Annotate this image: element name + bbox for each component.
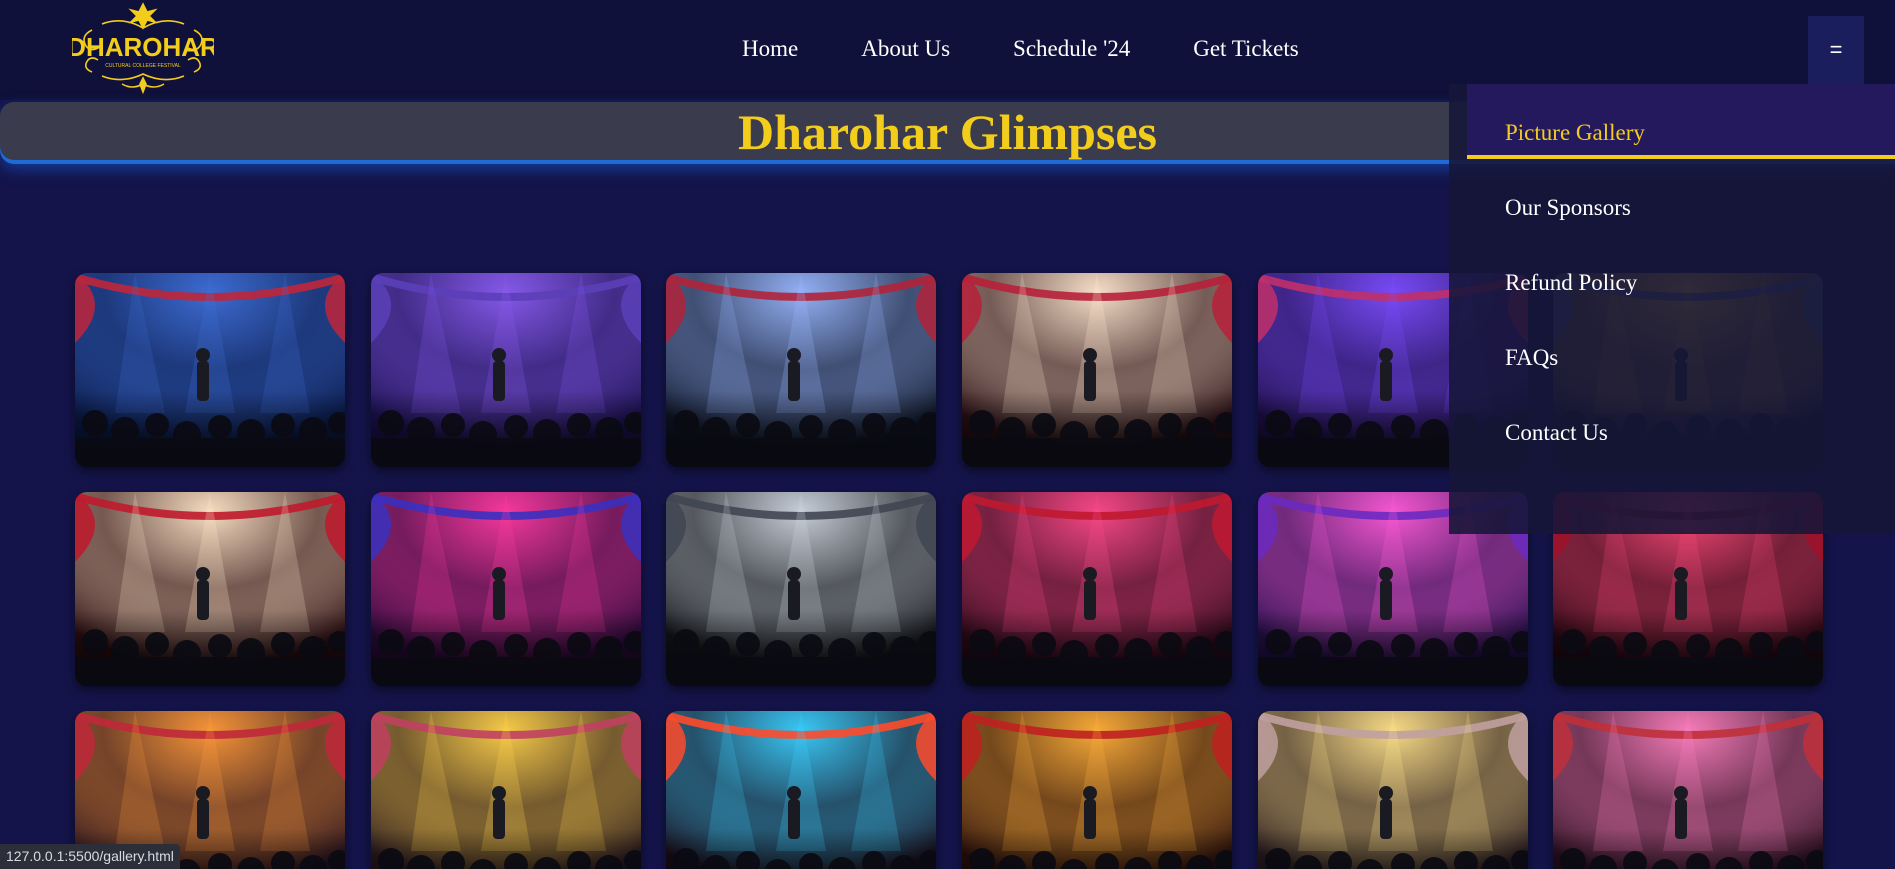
main-nav: Home About Us Schedule '24 Get Tickets: [742, 36, 1362, 62]
gallery-photo-2-3[interactable]: [666, 492, 936, 686]
gallery-photo-3-3[interactable]: [666, 711, 936, 869]
logo-text: DHAROHAR: [72, 32, 214, 62]
logo-emblem: DHAROHAR CULTURAL COLLEGE FESTIVAL: [67, 2, 219, 95]
gallery-photo-3-2[interactable]: [371, 711, 641, 869]
gallery-photo-2-1[interactable]: [75, 492, 345, 686]
logo[interactable]: DHAROHAR CULTURAL COLLEGE FESTIVAL: [67, 0, 219, 98]
gallery-photo-3-4[interactable]: [962, 711, 1232, 869]
gallery-photo-1-2[interactable]: [371, 273, 641, 467]
dropdown-menu: Picture Gallery Our Sponsors Refund Poli…: [1449, 84, 1895, 534]
logo-tagline: CULTURAL COLLEGE FESTIVAL: [105, 63, 181, 69]
gallery-photo-1-1[interactable]: [75, 273, 345, 467]
nav-get-tickets[interactable]: Get Tickets: [1193, 36, 1298, 62]
nav-schedule[interactable]: Schedule '24: [1013, 36, 1130, 62]
dropdown-item-contact-us[interactable]: Contact Us: [1505, 420, 1608, 446]
gallery-photo-2-4[interactable]: [962, 492, 1232, 686]
menu-icon: =: [1829, 37, 1843, 62]
dropdown-item-picture-gallery[interactable]: Picture Gallery: [1505, 120, 1645, 146]
status-bar-url: 127.0.0.1:5500/gallery.html: [0, 844, 180, 869]
gallery-photo-1-4[interactable]: [962, 273, 1232, 467]
gallery-photo-3-6[interactable]: [1553, 711, 1823, 869]
dropdown-active-underline: [1467, 155, 1895, 159]
nav-about-us[interactable]: About Us: [861, 36, 950, 62]
dropdown-item-faqs[interactable]: FAQs: [1505, 345, 1558, 371]
menu-toggle-button[interactable]: =: [1808, 16, 1864, 84]
gallery-photo-1-3[interactable]: [666, 273, 936, 467]
gallery-photo-2-2[interactable]: [371, 492, 641, 686]
nav-home[interactable]: Home: [742, 36, 798, 62]
dropdown-item-our-sponsors[interactable]: Our Sponsors: [1505, 195, 1631, 221]
dropdown-item-refund-policy[interactable]: Refund Policy: [1505, 270, 1637, 296]
gallery-photo-3-5[interactable]: [1258, 711, 1528, 869]
